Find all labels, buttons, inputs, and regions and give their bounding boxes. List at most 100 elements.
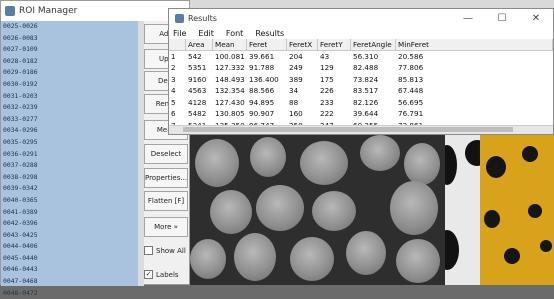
roi-list-item[interactable]: 0028-0182 — [1, 56, 138, 68]
table-cell: 82.488 — [353, 63, 379, 72]
menu-edit[interactable]: Edit — [198, 29, 214, 38]
roi-list-item[interactable]: 0047-0468 — [1, 276, 138, 288]
labels-checkbox[interactable]: ✓ Labels — [144, 270, 179, 279]
table-cell: 3 — [171, 74, 176, 84]
table-cell: 130.805 — [215, 109, 245, 118]
close-icon[interactable]: ✕ — [519, 9, 553, 27]
results-menubar: File Edit Font Results — [169, 27, 553, 39]
menu-font[interactable]: Font — [226, 29, 243, 38]
results-table[interactable]: Area Mean Feret FeretX FeretY FeretAngle… — [169, 39, 553, 131]
table-cell: 6 — [171, 109, 176, 118]
roi-list-item[interactable]: 0036-0291 — [1, 149, 138, 161]
background-yellow-image — [480, 130, 554, 285]
flatten-button[interactable]: Flatten [F] — [144, 191, 188, 211]
roi-list-item[interactable]: 0038-0298 — [1, 172, 138, 184]
menu-results[interactable]: Results — [255, 29, 284, 38]
table-cell: 56.695 — [398, 97, 424, 107]
table-cell: 542 — [188, 51, 202, 61]
roi-list-item[interactable]: 0025-0026 — [1, 21, 138, 33]
properties-button[interactable]: Properties... — [144, 168, 188, 188]
table-cell: 132.354 — [215, 86, 245, 95]
column-header[interactable]: Mean — [213, 39, 247, 51]
roi-list-item[interactable]: 0032-0239 — [1, 102, 138, 114]
results-horizontal-scrollbar[interactable] — [169, 125, 553, 134]
scrollbar-thumb[interactable] — [183, 127, 513, 132]
column-header[interactable]: Feret — [247, 39, 287, 51]
roi-list-item[interactable]: 0037-0288 — [1, 160, 138, 172]
table-cell: 91.788 — [249, 63, 275, 72]
table-row[interactable]: 5 4128 127.430 94.895 88 233 82.126 56.695 — [169, 97, 553, 109]
table-cell: 204 — [289, 51, 303, 61]
minimize-icon[interactable]: — — [451, 9, 485, 27]
table-cell: 76.791 — [398, 109, 424, 118]
roi-list-item[interactable]: 0039-0342 — [1, 183, 138, 195]
roi-list-item[interactable]: 0031-0203 — [1, 91, 138, 103]
table-cell: 5351 — [188, 63, 207, 72]
roi-list-item[interactable]: 0040-0365 — [1, 195, 138, 207]
roi-list-item[interactable]: 0045-0440 — [1, 253, 138, 265]
table-cell: 83.517 — [353, 86, 379, 95]
column-header[interactable]: FeretX — [287, 39, 318, 51]
roi-list-item[interactable]: 0035-0295 — [1, 137, 138, 149]
table-row[interactable]: 2 5351 127.332 91.788 249 129 82.488 77.806 — [169, 62, 553, 74]
table-cell: 94.895 — [249, 97, 275, 107]
table-cell: 9160 — [188, 74, 207, 84]
table-cell: 73.824 — [353, 74, 379, 84]
microscopy-image[interactable] — [190, 135, 445, 285]
column-header[interactable]: MinFeret — [396, 39, 553, 51]
maximize-icon[interactable]: ☐ — [485, 9, 519, 27]
table-cell: 175 — [320, 74, 334, 84]
table-row[interactable]: 4 4563 132.354 88.566 34 226 83.517 67.448 — [169, 85, 553, 97]
imagej-app-icon — [175, 13, 184, 23]
roi-list-item[interactable]: 0044-0406 — [1, 241, 138, 253]
table-cell: 85.813 — [398, 74, 424, 84]
roi-list-item[interactable]: 0029-0186 — [1, 67, 138, 79]
table-cell: 160 — [289, 109, 303, 118]
table-cell: 226 — [320, 86, 334, 95]
table-cell: 249 — [289, 63, 303, 72]
column-header[interactable]: FeretY — [318, 39, 351, 51]
checkbox-checked-icon[interactable]: ✓ — [144, 270, 153, 279]
table-cell: 233 — [320, 97, 334, 107]
roi-list-item[interactable]: 0033-0277 — [1, 114, 138, 126]
roi-list[interactable]: 0025-0026 0026-0083 0027-0109 0028-0182 … — [1, 21, 138, 297]
table-cell: 100.081 — [215, 51, 245, 61]
table-row[interactable]: 3 9160 148.493 136.400 389 175 73.824 85.813 — [169, 74, 553, 86]
table-cell: 34 — [289, 86, 299, 95]
roi-list-item[interactable]: 0027-0109 — [1, 44, 138, 56]
column-header[interactable]: Area — [186, 39, 213, 51]
roi-manager-window: ROI Manager 0025-0026 0026-0083 0027-010… — [0, 0, 190, 297]
show-all-label: Show All — [156, 246, 186, 255]
more-button[interactable]: More » — [144, 217, 188, 237]
roi-list-item[interactable]: 0046-0443 — [1, 264, 138, 276]
labels-label: Labels — [156, 270, 179, 279]
table-row[interactable]: 6 5482 130.805 90.907 160 222 39.644 76.791 — [169, 108, 553, 120]
table-cell: 88 — [289, 97, 299, 107]
roi-manager-title: ROI Manager — [19, 6, 78, 16]
column-header[interactable] — [169, 39, 186, 51]
roi-list-item[interactable]: 0026-0083 — [1, 33, 138, 45]
results-title: Results — [188, 13, 217, 23]
table-cell: 77.806 — [398, 63, 424, 72]
results-titlebar[interactable]: Results — ☐ ✕ — [169, 9, 553, 27]
roi-list-item[interactable]: 0042-0396 — [1, 218, 138, 230]
table-cell: 5 — [171, 97, 176, 107]
table-row[interactable]: 1 542 100.081 39.661 204 43 56.310 20.586 — [169, 51, 553, 63]
roi-list-item[interactable]: 0030-0192 — [1, 79, 138, 91]
menu-file[interactable]: File — [173, 29, 186, 38]
roi-list-item[interactable]: 0048-0472 — [1, 288, 138, 299]
table-cell: 67.448 — [398, 86, 424, 95]
roi-list-item[interactable]: 0041-0389 — [1, 207, 138, 219]
table-cell: 43 — [320, 51, 330, 61]
column-header[interactable]: FeretAngle — [351, 39, 396, 51]
background-image-strip — [435, 135, 489, 285]
roi-list-item[interactable]: 0043-0425 — [1, 230, 138, 242]
show-all-checkbox[interactable]: Show All — [144, 246, 186, 255]
table-cell: 148.493 — [215, 74, 245, 84]
checkbox-box[interactable] — [144, 246, 153, 255]
table-cell: 4128 — [188, 97, 207, 107]
deselect-button[interactable]: Deselect — [144, 144, 188, 164]
roi-manager-titlebar[interactable]: ROI Manager — [1, 1, 189, 21]
table-cell: 127.332 — [215, 63, 245, 72]
roi-list-item[interactable]: 0034-0296 — [1, 125, 138, 137]
